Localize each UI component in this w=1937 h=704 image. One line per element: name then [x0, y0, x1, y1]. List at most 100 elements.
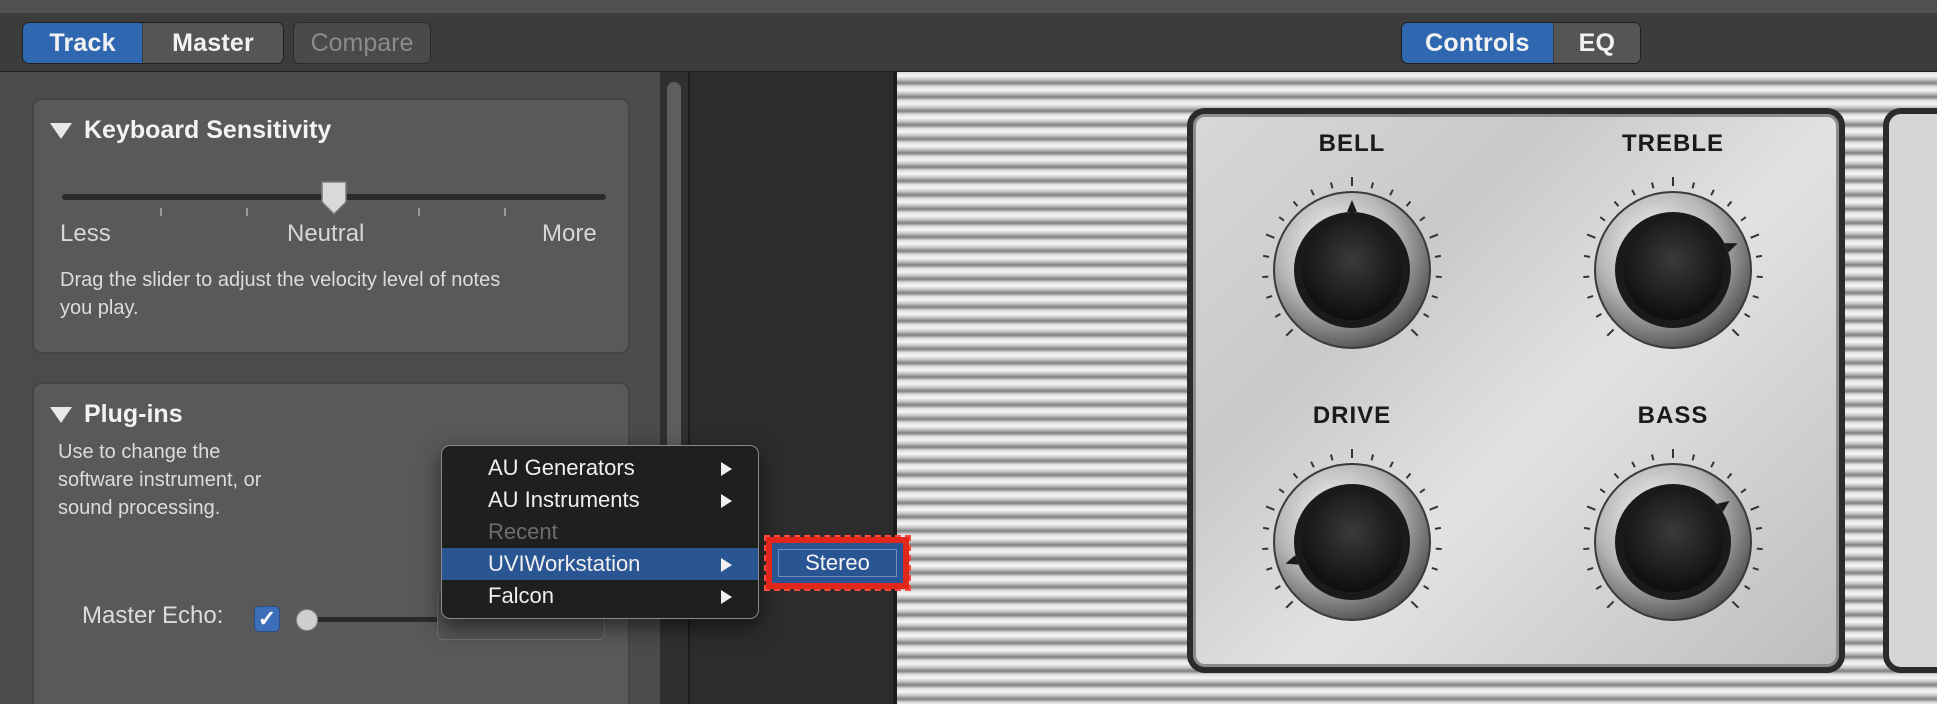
plugins-description-line2: software instrument, or: [58, 469, 262, 491]
knob-scale-tick: [1330, 454, 1334, 461]
menu-item-au-instruments[interactable]: AU Instruments: [442, 484, 758, 516]
knob-scale-tick: [1710, 189, 1715, 196]
knob-scale-tick: [1310, 189, 1315, 196]
master-echo-checkbox[interactable]: ✓: [254, 606, 280, 632]
knob-scale-tick: [1651, 182, 1655, 189]
knob-scale-tick: [1755, 526, 1763, 530]
tab-track[interactable]: Track: [23, 23, 143, 63]
master-echo-slider-thumb[interactable]: [296, 609, 318, 631]
knob-cap: [1302, 492, 1402, 592]
knob-scale-tick: [1410, 600, 1419, 609]
knob-scale-tick: [1405, 472, 1412, 479]
menu-item-falcon[interactable]: Falcon: [442, 580, 758, 612]
tab-eq[interactable]: EQ: [1552, 23, 1640, 63]
knob-scale-tick: [1586, 505, 1596, 511]
knob-scale-tick: [1595, 313, 1602, 318]
knob-scale-tick: [1410, 328, 1419, 337]
knob-scale-tick: [1599, 488, 1606, 494]
toolbar: Track Master Compare Controls EQ: [0, 0, 1937, 72]
knob-scale-tick: [1752, 567, 1759, 571]
amp-control-plate-2: [1883, 108, 1937, 673]
knob-scale-tick: [1755, 254, 1763, 258]
section-title: Keyboard Sensitivity: [84, 116, 332, 144]
knob-scale-tick: [1744, 585, 1751, 590]
submenu-item-stereo[interactable]: Stereo: [764, 535, 911, 591]
track-master-segmented-control: Track Master: [22, 22, 284, 64]
knob-scale-tick: [1285, 328, 1294, 337]
bass-knob[interactable]: [1578, 447, 1768, 637]
knob-scale-tick: [1583, 254, 1591, 258]
knob-scale-tick: [1370, 182, 1374, 189]
menu-item-recent: Recent: [442, 516, 758, 548]
knob-scale-tick: [1606, 328, 1615, 337]
knob-scale-tick: [1262, 254, 1270, 258]
knob-scale-tick: [1691, 454, 1695, 461]
disclosure-triangle-icon[interactable]: [50, 406, 72, 423]
keyboard-sensitivity-header[interactable]: Keyboard Sensitivity: [50, 116, 331, 145]
knob-scale-tick: [1613, 200, 1620, 207]
knob-scale-tick: [1330, 182, 1334, 189]
knob-label-treble: TREBLE: [1622, 130, 1724, 157]
knob-scale-tick: [1606, 600, 1615, 609]
scrollbar-thumb[interactable]: [667, 82, 681, 462]
knob-scale-tick: [1752, 295, 1759, 299]
knob-scale-tick: [1292, 472, 1299, 479]
plugins-description-line1: Use to change the: [58, 441, 221, 463]
knob-scale-tick: [1265, 233, 1275, 239]
knob-scale-tick: [1595, 585, 1602, 590]
menu-item-label: Falcon: [488, 583, 555, 608]
submenu-item-border: [778, 549, 897, 577]
knob-cap: [1623, 220, 1723, 320]
knob-scale-tick: [1429, 505, 1439, 511]
menu-item-uviworkstation[interactable]: UVIWorkstation: [442, 548, 758, 580]
sensitivity-slider-thumb[interactable]: [320, 180, 348, 216]
drive-knob[interactable]: [1257, 447, 1447, 637]
knob-scale-tick: [1691, 182, 1695, 189]
compare-button[interactable]: Compare: [293, 22, 431, 64]
knob-scale-tick: [1731, 328, 1740, 337]
knob-scale-tick: [1405, 200, 1412, 207]
knob-cap: [1302, 220, 1402, 320]
menu-item-label: AU Generators: [488, 455, 635, 480]
knob-label-bell: BELL: [1318, 130, 1386, 157]
knob-scale-tick: [1370, 454, 1374, 461]
knob-scale-tick: [1744, 313, 1751, 318]
knob-scale-tick: [1389, 461, 1394, 468]
knob-scale-tick: [1740, 488, 1747, 494]
tab-master[interactable]: Master: [142, 23, 283, 63]
submenu-arrow-icon: [721, 558, 732, 572]
keyboard-sensitivity-section: Keyboard Sensitivity Less Neutral More D…: [32, 98, 630, 354]
knob-scale-tick: [1292, 200, 1299, 207]
submenu-arrow-icon: [721, 590, 732, 604]
knob-scale-tick: [1266, 567, 1273, 571]
disclosure-triangle-icon[interactable]: [50, 122, 72, 139]
slider-tick: [246, 208, 248, 216]
knob-scale-tick: [1429, 233, 1439, 239]
menu-item-label: UVIWorkstation: [488, 551, 641, 576]
slider-label-less: Less: [60, 220, 111, 247]
knob-scale-tick: [1726, 200, 1733, 207]
menu-item-au-generators[interactable]: AU Generators: [442, 452, 758, 484]
knob-scale-tick: [1651, 454, 1655, 461]
knob-scale-tick: [1389, 189, 1394, 196]
slider-label-neutral: Neutral: [287, 220, 365, 247]
plugins-description-line3: sound processing.: [58, 497, 221, 519]
knob-scale-tick: [1750, 505, 1760, 511]
menu-item-label: Recent: [488, 519, 558, 544]
sensitivity-description-line1: Drag the slider to adjust the velocity l…: [60, 269, 501, 291]
tab-controls[interactable]: Controls: [1402, 23, 1553, 63]
plugins-header[interactable]: Plug-ins: [50, 400, 183, 429]
bell-knob[interactable]: [1257, 175, 1447, 365]
knob-scale-tick: [1274, 585, 1281, 590]
master-echo-label: Master Echo:: [82, 602, 224, 629]
knob-scale-tick: [1278, 216, 1285, 222]
knob-scale-tick: [1726, 472, 1733, 479]
treble-knob[interactable]: [1578, 175, 1768, 365]
slider-label-more: More: [542, 220, 597, 247]
section-title: Plug-ins: [84, 400, 183, 428]
knob-scale-tick: [1419, 216, 1426, 222]
knob-scale-tick: [1262, 526, 1270, 530]
controls-eq-segmented-control: Controls EQ: [1401, 22, 1641, 64]
knob-scale-tick: [1434, 254, 1442, 258]
slider-tick: [160, 208, 162, 216]
